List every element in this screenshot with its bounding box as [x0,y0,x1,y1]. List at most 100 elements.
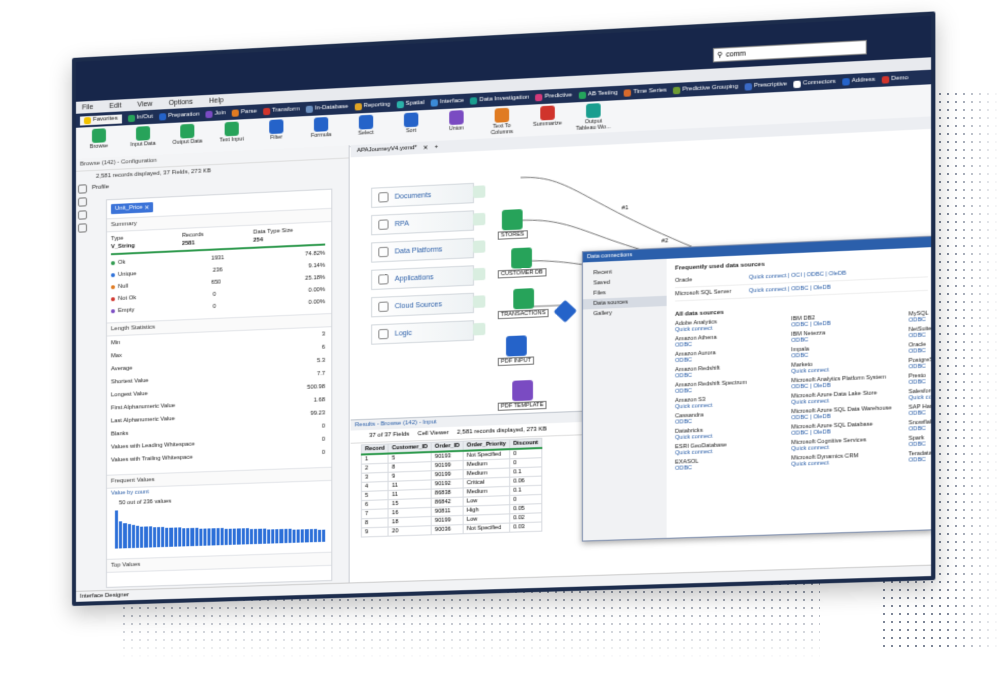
category-14[interactable]: Predictive Grouping [673,83,738,94]
search-input[interactable]: comm [726,50,746,58]
source-links[interactable]: ODBC [909,331,936,339]
source-links[interactable]: ODBC [909,316,936,324]
tool-7[interactable]: Sort [394,112,429,135]
menu-help[interactable]: Help [209,97,224,105]
connector-label-1: #1 [622,205,630,212]
category-10[interactable]: Data Investigation [470,94,529,104]
source-links[interactable]: ODBC [909,409,936,417]
category-icon [84,117,91,124]
tool-4[interactable]: Filter [259,119,294,142]
dialog-nav-item[interactable]: Gallery [583,306,667,320]
formula-tool-node[interactable] [555,301,576,322]
category-label: Parse [241,109,257,116]
source-links[interactable]: Quick connect [909,394,936,402]
category-1[interactable]: In/Out [128,113,153,121]
source-links[interactable]: ODBC [909,440,936,448]
category-label: Prescriptive [754,81,787,89]
tool-3[interactable]: Text Input [215,121,249,144]
category-label: Reporting [364,102,391,109]
data-source-item: Amazon Redshift ODBC [675,363,791,380]
data-source-item: Amazon Redshift Spectrum ODBC [675,378,791,395]
category-0[interactable]: Favorites [80,114,122,125]
node-label: PDF INPUT [498,356,534,366]
histogram-bar [288,529,291,543]
category-label: Predictive Grouping [682,84,738,93]
tool-label: Text Input [220,136,244,143]
help-icon[interactable] [78,223,87,232]
menu-view[interactable]: View [137,100,152,108]
tool-2[interactable]: Output Data [170,123,204,146]
tool-10[interactable]: Summarize [530,105,565,128]
menu-file[interactable]: File [82,103,93,111]
category-8[interactable]: Spatial [396,99,424,108]
data-source-item: EXASOL ODBC [675,455,791,471]
settings-icon[interactable] [78,210,87,219]
cell-viewer-button[interactable]: Cell Viewer [418,430,449,437]
tool-1[interactable]: Input Data [126,126,160,149]
category-label: In-Database [315,104,348,112]
category-7[interactable]: Reporting [354,101,390,110]
tool-8[interactable]: Union [439,110,474,133]
category-15[interactable]: Prescriptive [744,81,787,90]
source-links[interactable]: ODBC [909,378,936,386]
category-9[interactable]: Interface [431,97,464,106]
source-links[interactable]: Quick connect | ODBC | OleDB [749,285,831,295]
length-label: Longest Value [111,384,307,398]
length-value: 500.98 [307,384,325,391]
tool-6[interactable]: Select [349,114,384,137]
tool-0[interactable]: Browse [82,128,116,151]
results-table[interactable]: Record Customer_ID Order_ID Order_Priority D… [361,438,542,538]
status-text: Interface Designer [80,592,129,600]
fields-selector[interactable]: 37 of 37 Fields [369,431,409,439]
source-links[interactable]: ODBC [909,347,936,355]
top-values-section[interactable]: Top Values [107,552,331,573]
field-chip[interactable]: Unit_Price ✕ [111,202,154,214]
table-cell: 90036 [431,525,463,535]
source-links[interactable]: ODBC [909,363,936,371]
tool-icon [269,119,283,134]
config-icon[interactable] [78,184,87,193]
category-2[interactable]: Preparation [159,111,199,120]
workflow-node-2[interactable]: TRANSACTIONS [498,287,549,319]
profile-tab[interactable]: Profile [92,184,109,191]
tool-5[interactable]: Formula [304,116,339,139]
workflow-node-4[interactable]: PDF TEMPLATE [498,379,547,410]
category-12[interactable]: AB Testing [578,89,617,98]
workflow-node-0[interactable]: STORES [498,209,528,240]
add-tab-icon[interactable]: + [434,144,438,150]
workflow-node-1[interactable]: CUSTOMER DB [498,247,546,279]
tool-label: Text To Columns [484,123,519,137]
records-info: 2,581 records displayed, 37 Fields, 273 … [96,168,211,180]
data-source-item: PostgreSQL ODBC [909,356,936,370]
category-18[interactable]: Demo [882,75,909,84]
workflow-node-3[interactable]: PDF INPUT [498,335,534,366]
search-icon: ⚲ [717,51,722,60]
data-connections-dialog: Data connections Recent Saved Files Data so… [582,236,933,542]
annotation-icon[interactable] [78,197,87,206]
source-links[interactable]: Quick connect | OCI | ODBC | OleDB [749,271,846,281]
data-source-item: IBM Netezza ODBC [791,327,908,344]
tool-11[interactable]: Output Tableau Wo... [576,103,611,132]
category-5[interactable]: Transform [263,106,300,115]
length-label: Values with Trailing Whitespace [111,449,322,463]
category-16[interactable]: Connectors [793,78,835,87]
close-tab-icon[interactable]: ✕ [423,144,428,151]
category-4[interactable]: Parse [232,108,257,116]
data-source-item: Amazon S3 Quick connect [675,394,791,411]
length-value: 99.23 [310,410,325,417]
category-13[interactable]: Time Series [624,87,667,96]
histogram-bar [250,529,253,544]
category-17[interactable]: Address [842,76,875,85]
tool-9[interactable]: Text To Columns [484,107,519,136]
category-6[interactable]: In-Database [306,103,349,112]
category-3[interactable]: Join [206,110,226,118]
workflow-tab[interactable]: APAJourneyV4.yxmd* [357,145,417,154]
data-source-item: NetSuite ODBC [909,325,936,339]
menu-options[interactable]: Options [169,98,193,106]
source-name: Oracle [675,275,749,284]
source-links[interactable]: ODBC [909,456,936,464]
menu-edit[interactable]: Edit [109,102,121,110]
source-links[interactable]: ODBC [909,425,936,433]
category-11[interactable]: Predictive [535,92,572,101]
summary-count: 1931 [211,251,305,261]
